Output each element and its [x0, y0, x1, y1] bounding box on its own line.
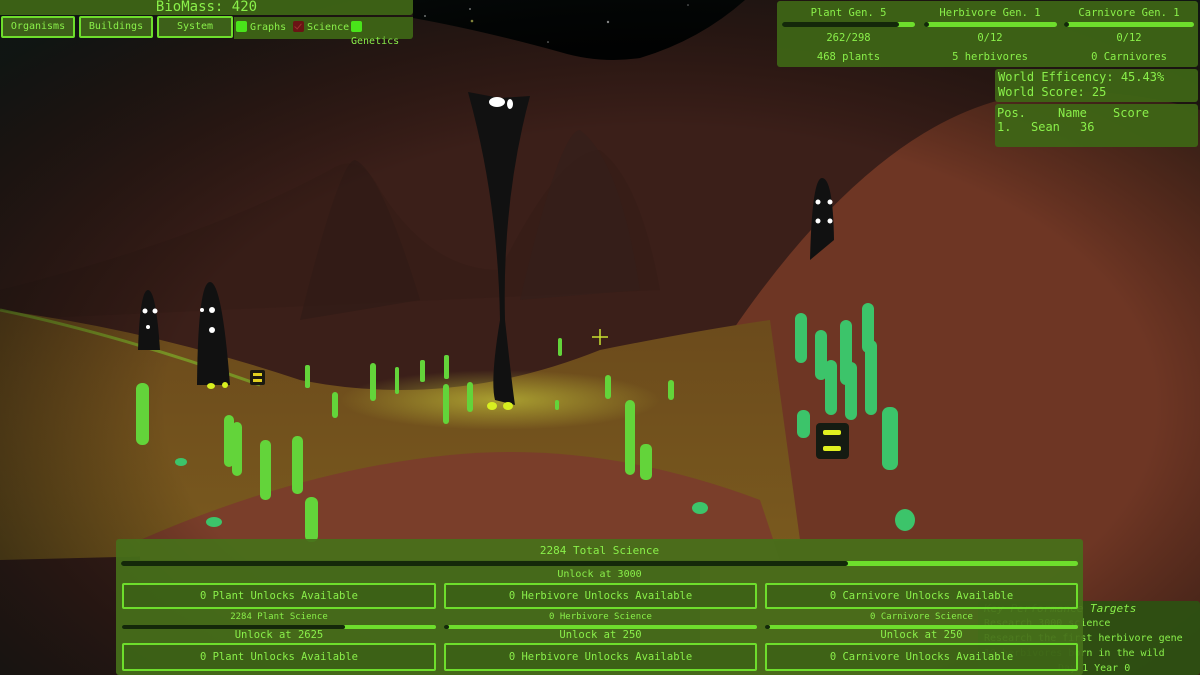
leaderboard-row-score: 36 — [1080, 120, 1095, 134]
leaderboard-header-name: Name — [1058, 106, 1087, 120]
carnivore-gen-title: Carnivore Gen. 1 — [1078, 7, 1180, 19]
leaderboard-row-name: Sean — [1031, 120, 1060, 134]
herbivore-gen-progress — [924, 22, 1057, 27]
plant-unlocks-button-secondary[interactable]: 0 Plant Unlocks Available — [122, 643, 436, 671]
biomass-counter: BioMass: 420 — [0, 0, 413, 15]
generations-panel: Plant Gen. 5 262/298 468 plants Herbivor… — [777, 1, 1198, 67]
plant-gen-title: Plant Gen. 5 — [810, 7, 887, 19]
carnivore-gen-progress — [1064, 22, 1194, 27]
science-toggle-label: Science — [307, 22, 350, 33]
top-left-hud: BioMass: 420 Organisms Buildings System … — [0, 0, 413, 47]
world-stats-panel: World Efficency: 45.43% World Score: 25 — [995, 69, 1198, 102]
carnivore-unlocks-button-secondary[interactable]: 0 Carnivore Unlocks Available — [765, 643, 1078, 671]
view-toggles: Graphs Science Genetics — [234, 17, 413, 47]
plant-gen-progress — [782, 22, 915, 27]
system-button[interactable]: System — [157, 16, 233, 38]
carnivore-science: 0 Carnivore Science — [870, 612, 973, 622]
total-science-progress-fill — [121, 561, 849, 566]
leaderboard-panel: Pos. Name Score 1. Sean 36 — [995, 104, 1198, 147]
plant-science: 2284 Plant Science — [230, 612, 328, 622]
graphs-toggle[interactable]: Graphs — [236, 21, 286, 35]
plant-gen-count: 262/298 — [826, 32, 871, 44]
plant-population: 468 plants — [816, 51, 881, 63]
total-science-progress — [121, 561, 1078, 566]
herbivore-gen-progress-fill — [924, 22, 929, 27]
world-score: World Score: 25 — [998, 85, 1107, 99]
buildings-button[interactable]: Buildings — [79, 16, 153, 38]
leaderboard-row-pos: 1. — [997, 120, 1012, 134]
science-toggle[interactable]: Science — [293, 21, 349, 35]
herbivore-unlock-threshold: Unlock at 250 — [559, 629, 642, 641]
world-efficiency: World Efficency: 45.43% — [998, 70, 1165, 84]
carnivore-unlock-threshold: Unlock at 250 — [880, 629, 963, 641]
science-panel: 2284 Total Science Unlock at 3000 0 Plan… — [116, 539, 1083, 675]
genetics-toggle-label: Genetics — [351, 36, 400, 47]
carnivore-gen-progress-fill — [1064, 22, 1069, 27]
carnivore-gen-count: 0/12 — [1116, 32, 1142, 44]
leaderboard-header-score: Score — [1113, 106, 1150, 120]
herbivore-population: 5 herbivores — [952, 51, 1028, 63]
herbivore-gen-count: 0/12 — [977, 32, 1003, 44]
organisms-button[interactable]: Organisms — [1, 16, 75, 38]
carnivore-population: 0 Carnivores — [1091, 51, 1167, 63]
herbivore-science: 0 Herbivore Science — [549, 612, 652, 622]
leaderboard-header-pos: Pos. — [997, 106, 1026, 120]
carnivore-unlocks-button[interactable]: 0 Carnivore Unlocks Available — [765, 583, 1078, 609]
checkbox-unchecked-icon[interactable] — [293, 21, 304, 32]
plant-gen-progress-fill — [782, 22, 900, 27]
checkbox-checked-icon[interactable] — [236, 21, 247, 32]
herbivore-gen-title: Herbivore Gen. 1 — [939, 7, 1041, 19]
genetics-toggle[interactable]: Genetics — [351, 21, 413, 47]
herbivore-unlocks-button[interactable]: 0 Herbivore Unlocks Available — [444, 583, 757, 609]
graphs-toggle-label: Graphs — [250, 22, 287, 33]
herbivore-unlocks-button-secondary[interactable]: 0 Herbivore Unlocks Available — [444, 643, 757, 671]
plant-unlocks-button[interactable]: 0 Plant Unlocks Available — [122, 583, 436, 609]
checkbox-checked-icon[interactable] — [351, 21, 362, 32]
total-science: 2284 Total Science — [539, 544, 660, 557]
plant-unlock-threshold: Unlock at 2625 — [234, 629, 324, 641]
total-unlock-threshold: Unlock at 3000 — [557, 569, 642, 580]
